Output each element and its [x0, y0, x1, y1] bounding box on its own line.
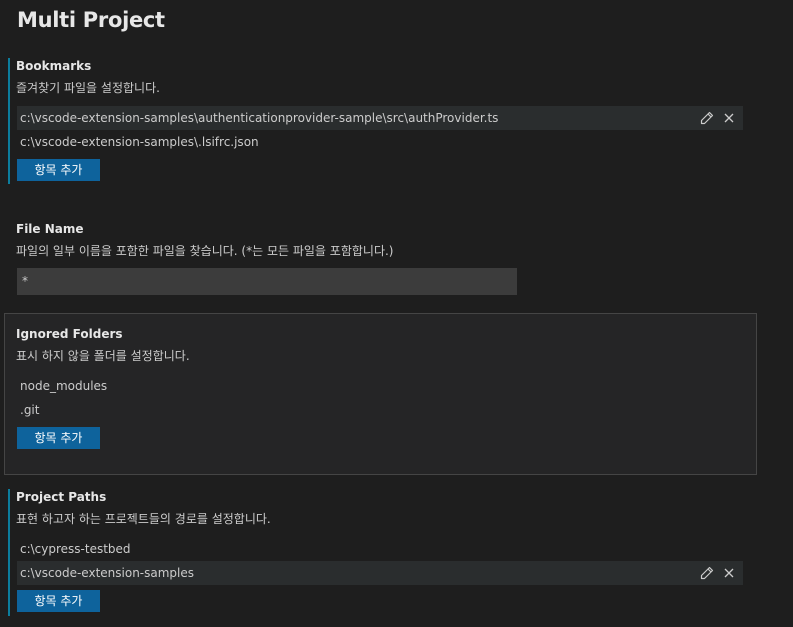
pencil-icon[interactable]: [699, 565, 715, 581]
close-icon[interactable]: [721, 110, 737, 126]
bookmark-item-actions: [699, 106, 737, 130]
project-paths-title: Project Paths: [16, 490, 107, 504]
project-path-item-label: c:\vscode-extension-samples: [20, 566, 195, 580]
bookmarks-title: Bookmarks: [16, 59, 92, 73]
project-path-item[interactable]: c:\vscode-extension-samples: [17, 561, 743, 585]
bookmark-item[interactable]: c:\vscode-extension-samples\authenticati…: [17, 106, 743, 130]
project-path-item[interactable]: c:\cypress-testbed: [17, 537, 743, 561]
close-icon[interactable]: [721, 565, 737, 581]
add-bookmark-button[interactable]: 항목 추가: [17, 159, 100, 181]
add-ignored-folder-button[interactable]: 항목 추가: [17, 427, 100, 449]
bookmark-item[interactable]: c:\vscode-extension-samples\.lsifrc.json: [17, 130, 743, 154]
project-path-item-actions: [699, 561, 737, 585]
ignored-folder-item-label: node_modules: [20, 379, 108, 393]
add-project-path-button[interactable]: 항목 추가: [17, 590, 100, 612]
ignored-folder-item[interactable]: .git: [17, 398, 743, 422]
ignored-folders-title: Ignored Folders: [16, 327, 123, 341]
settings-page: Multi Project Bookmarks 즐겨찾기 파일을 설정합니다. …: [0, 0, 793, 627]
ignored-folders-description: 표시 하지 않을 폴더를 설정합니다.: [16, 349, 190, 363]
project-path-item-label: c:\cypress-testbed: [20, 542, 131, 556]
bookmark-item-label: c:\vscode-extension-samples\authenticati…: [20, 111, 499, 125]
file-name-description: 파일의 일부 이름을 포함한 파일을 찾습니다. (*는 모든 파일을 포함합니…: [16, 244, 394, 258]
pencil-icon[interactable]: [699, 110, 715, 126]
bookmark-item-label: c:\vscode-extension-samples\.lsifrc.json: [20, 135, 259, 149]
ignored-folder-item-label: .git: [20, 403, 40, 417]
ignored-folder-item[interactable]: node_modules: [17, 374, 743, 398]
file-name-input[interactable]: *: [17, 268, 517, 295]
page-title: Multi Project: [17, 8, 165, 32]
file-name-title: File Name: [16, 222, 84, 236]
project-paths-description: 표현 하고자 하는 프로젝트들의 경로를 설정합니다.: [16, 512, 271, 526]
bookmarks-description: 즐겨찾기 파일을 설정합니다.: [16, 81, 160, 95]
